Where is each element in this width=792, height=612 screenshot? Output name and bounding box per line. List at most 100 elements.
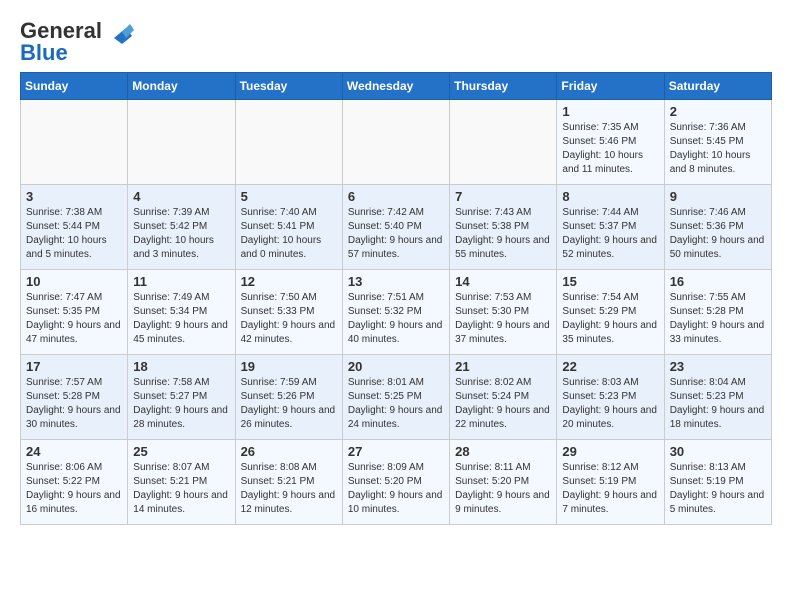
day-info: Sunrise: 8:07 AM Sunset: 5:21 PM Dayligh… bbox=[133, 461, 229, 517]
day-info: Sunrise: 8:03 AM Sunset: 5:23 PM Dayligh… bbox=[562, 376, 658, 432]
calendar-cell: 2 Sunrise: 7:36 AM Sunset: 5:45 PM Daylig… bbox=[664, 100, 771, 185]
day-number: 4 bbox=[133, 189, 229, 204]
day-number: 28 bbox=[455, 444, 551, 459]
day-number: 3 bbox=[26, 189, 122, 204]
day-info: Sunrise: 7:58 AM Sunset: 5:27 PM Dayligh… bbox=[133, 376, 229, 432]
calendar-cell bbox=[128, 100, 235, 185]
calendar-cell: 5Sunrise: 7:40 AM Sunset: 5:41 PM Daylig… bbox=[235, 185, 342, 270]
day-number: 14 bbox=[455, 274, 551, 289]
day-number: 27 bbox=[348, 444, 444, 459]
day-info: Sunrise: 7:43 AM Sunset: 5:38 PM Dayligh… bbox=[455, 206, 551, 262]
day-info: Sunrise: 8:09 AM Sunset: 5:20 PM Dayligh… bbox=[348, 461, 444, 517]
day-info: Sunrise: 8:08 AM Sunset: 5:21 PM Dayligh… bbox=[241, 461, 337, 517]
calendar-cell bbox=[450, 100, 557, 185]
day-info: Sunrise: 7:42 AM Sunset: 5:40 PM Dayligh… bbox=[348, 206, 444, 262]
calendar-week-5: 24 Sunrise: 8:06 AM Sunset: 5:22 PM Dayli… bbox=[21, 440, 772, 525]
calendar-cell: 12 Sunrise: 7:50 AM Sunset: 5:33 PM Dayli… bbox=[235, 270, 342, 355]
calendar-cell: 9Sunrise: 7:46 AM Sunset: 5:36 PM Daylig… bbox=[664, 185, 771, 270]
day-info: Sunrise: 7:44 AM Sunset: 5:37 PM Dayligh… bbox=[562, 206, 658, 262]
page-header: General Blue bbox=[20, 20, 772, 64]
calendar-cell: 18 Sunrise: 7:58 AM Sunset: 5:27 PM Dayli… bbox=[128, 355, 235, 440]
header-friday: Friday bbox=[557, 73, 664, 100]
day-number: 17 bbox=[26, 359, 122, 374]
header-sunday: Sunday bbox=[21, 73, 128, 100]
calendar-week-1: 1 Sunrise: 7:35 AM Sunset: 5:46 PM Daylig… bbox=[21, 100, 772, 185]
day-info: Sunrise: 8:11 AM Sunset: 5:20 PM Dayligh… bbox=[455, 461, 551, 517]
calendar-table: SundayMondayTuesdayWednesdayThursdayFrid… bbox=[20, 72, 772, 525]
day-number: 24 bbox=[26, 444, 122, 459]
header-tuesday: Tuesday bbox=[235, 73, 342, 100]
day-info: Sunrise: 7:35 AM Sunset: 5:46 PM Dayligh… bbox=[562, 121, 658, 177]
day-info: Sunrise: 7:47 AM Sunset: 5:35 PM Dayligh… bbox=[26, 291, 122, 347]
calendar-cell: 28 Sunrise: 8:11 AM Sunset: 5:20 PM Dayli… bbox=[450, 440, 557, 525]
day-number: 19 bbox=[241, 359, 337, 374]
day-info: Sunrise: 7:51 AM Sunset: 5:32 PM Dayligh… bbox=[348, 291, 444, 347]
header-thursday: Thursday bbox=[450, 73, 557, 100]
calendar-cell: 8 Sunrise: 7:44 AM Sunset: 5:37 PM Daylig… bbox=[557, 185, 664, 270]
day-number: 13 bbox=[348, 274, 444, 289]
calendar-cell: 19 Sunrise: 7:59 AM Sunset: 5:26 PM Dayli… bbox=[235, 355, 342, 440]
day-number: 11 bbox=[133, 274, 229, 289]
day-number: 12 bbox=[241, 274, 337, 289]
calendar-cell: 29 Sunrise: 8:12 AM Sunset: 5:19 PM Dayli… bbox=[557, 440, 664, 525]
calendar-cell: 7 Sunrise: 7:43 AM Sunset: 5:38 PM Daylig… bbox=[450, 185, 557, 270]
day-info: Sunrise: 7:53 AM Sunset: 5:30 PM Dayligh… bbox=[455, 291, 551, 347]
logo: General Blue bbox=[20, 20, 134, 64]
calendar-cell: 6 Sunrise: 7:42 AM Sunset: 5:40 PM Daylig… bbox=[342, 185, 449, 270]
calendar-cell: 26 Sunrise: 8:08 AM Sunset: 5:21 PM Dayli… bbox=[235, 440, 342, 525]
day-info: Sunrise: 8:02 AM Sunset: 5:24 PM Dayligh… bbox=[455, 376, 551, 432]
calendar-cell bbox=[21, 100, 128, 185]
day-number: 6 bbox=[348, 189, 444, 204]
day-info: Sunrise: 8:01 AM Sunset: 5:25 PM Dayligh… bbox=[348, 376, 444, 432]
day-number: 20 bbox=[348, 359, 444, 374]
calendar-cell: 1 Sunrise: 7:35 AM Sunset: 5:46 PM Daylig… bbox=[557, 100, 664, 185]
logo-text: General Blue bbox=[20, 20, 102, 64]
day-number: 30 bbox=[670, 444, 766, 459]
day-number: 7 bbox=[455, 189, 551, 204]
calendar-cell: 25 Sunrise: 8:07 AM Sunset: 5:21 PM Dayli… bbox=[128, 440, 235, 525]
calendar-cell: 30 Sunrise: 8:13 AM Sunset: 5:19 PM Dayli… bbox=[664, 440, 771, 525]
calendar-week-3: 10 Sunrise: 7:47 AM Sunset: 5:35 PM Dayli… bbox=[21, 270, 772, 355]
calendar-cell: 22 Sunrise: 8:03 AM Sunset: 5:23 PM Dayli… bbox=[557, 355, 664, 440]
calendar-week-4: 17 Sunrise: 7:57 AM Sunset: 5:28 PM Dayli… bbox=[21, 355, 772, 440]
day-info: Sunrise: 7:46 AM Sunset: 5:36 PM Dayligh… bbox=[670, 206, 766, 262]
calendar-cell bbox=[342, 100, 449, 185]
day-number: 10 bbox=[26, 274, 122, 289]
day-number: 16 bbox=[670, 274, 766, 289]
logo-icon bbox=[104, 18, 134, 48]
day-number: 1 bbox=[562, 104, 658, 119]
calendar-cell: 17 Sunrise: 7:57 AM Sunset: 5:28 PM Dayli… bbox=[21, 355, 128, 440]
calendar-cell bbox=[235, 100, 342, 185]
calendar-cell: 11 Sunrise: 7:49 AM Sunset: 5:34 PM Dayli… bbox=[128, 270, 235, 355]
day-info: Sunrise: 8:06 AM Sunset: 5:22 PM Dayligh… bbox=[26, 461, 122, 517]
calendar-cell: 27 Sunrise: 8:09 AM Sunset: 5:20 PM Dayli… bbox=[342, 440, 449, 525]
day-info: Sunrise: 7:54 AM Sunset: 5:29 PM Dayligh… bbox=[562, 291, 658, 347]
calendar-cell: 14 Sunrise: 7:53 AM Sunset: 5:30 PM Dayli… bbox=[450, 270, 557, 355]
day-info: Sunrise: 7:49 AM Sunset: 5:34 PM Dayligh… bbox=[133, 291, 229, 347]
day-info: Sunrise: 8:13 AM Sunset: 5:19 PM Dayligh… bbox=[670, 461, 766, 517]
day-info: Sunrise: 7:50 AM Sunset: 5:33 PM Dayligh… bbox=[241, 291, 337, 347]
day-number: 18 bbox=[133, 359, 229, 374]
calendar-cell: 23 Sunrise: 8:04 AM Sunset: 5:23 PM Dayli… bbox=[664, 355, 771, 440]
day-number: 29 bbox=[562, 444, 658, 459]
day-info: Sunrise: 7:39 AM Sunset: 5:42 PM Dayligh… bbox=[133, 206, 229, 262]
day-info: Sunrise: 7:36 AM Sunset: 5:45 PM Dayligh… bbox=[670, 121, 766, 177]
day-info: Sunrise: 7:55 AM Sunset: 5:28 PM Dayligh… bbox=[670, 291, 766, 347]
day-number: 8 bbox=[562, 189, 658, 204]
calendar-cell: 21Sunrise: 8:02 AM Sunset: 5:24 PM Dayli… bbox=[450, 355, 557, 440]
day-info: Sunrise: 7:59 AM Sunset: 5:26 PM Dayligh… bbox=[241, 376, 337, 432]
day-number: 25 bbox=[133, 444, 229, 459]
header-wednesday: Wednesday bbox=[342, 73, 449, 100]
day-info: Sunrise: 8:04 AM Sunset: 5:23 PM Dayligh… bbox=[670, 376, 766, 432]
day-number: 23 bbox=[670, 359, 766, 374]
calendar-cell: 4 Sunrise: 7:39 AM Sunset: 5:42 PM Daylig… bbox=[128, 185, 235, 270]
day-number: 22 bbox=[562, 359, 658, 374]
day-info: Sunrise: 7:57 AM Sunset: 5:28 PM Dayligh… bbox=[26, 376, 122, 432]
day-number: 2 bbox=[670, 104, 766, 119]
day-number: 26 bbox=[241, 444, 337, 459]
day-info: Sunrise: 8:12 AM Sunset: 5:19 PM Dayligh… bbox=[562, 461, 658, 517]
calendar-cell: 10 Sunrise: 7:47 AM Sunset: 5:35 PM Dayli… bbox=[21, 270, 128, 355]
calendar-cell: 3Sunrise: 7:38 AM Sunset: 5:44 PM Daylig… bbox=[21, 185, 128, 270]
day-number: 5 bbox=[241, 189, 337, 204]
header-monday: Monday bbox=[128, 73, 235, 100]
